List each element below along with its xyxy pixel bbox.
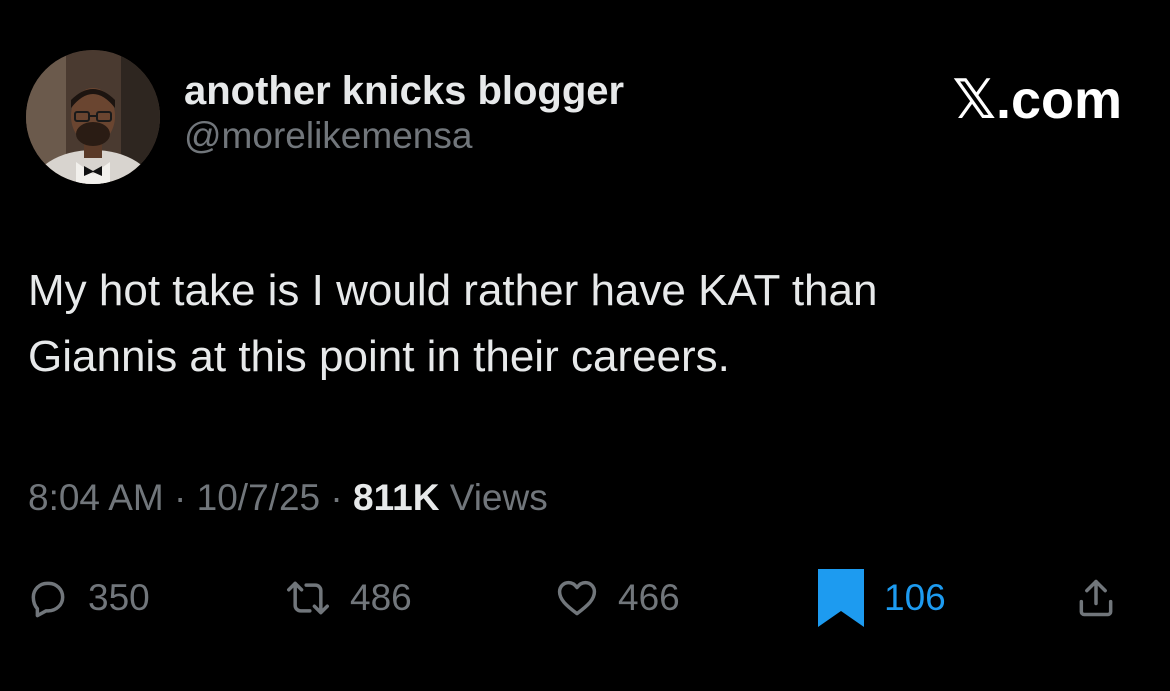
tweet-meta: 8:04 AM · 10/7/25 · 811K Views: [28, 474, 548, 522]
meta-separator: ·: [320, 477, 353, 518]
share-button[interactable]: [1074, 566, 1118, 630]
tweet-text: My hot take is I would rather have KAT t…: [28, 258, 1128, 390]
tweet-date[interactable]: 10/7/25: [197, 477, 320, 518]
views-label: Views: [439, 477, 548, 518]
repost-icon: [284, 576, 332, 620]
views-count: 811K: [353, 477, 440, 518]
reply-icon: [26, 576, 70, 620]
action-bar: 350 486 466 106: [26, 566, 1146, 630]
repost-button[interactable]: 486: [284, 566, 412, 630]
like-button[interactable]: 466: [554, 566, 680, 630]
tweet-time[interactable]: 8:04 AM: [28, 477, 164, 518]
author-block[interactable]: another knicks blogger @morelikemensa: [184, 68, 624, 158]
tweet-text-line: My hot take is I would rather have KAT t…: [28, 266, 878, 315]
x-logo: 𝕏.com: [952, 70, 1122, 130]
bookmark-count: 106: [884, 577, 946, 618]
meta-separator: ·: [163, 477, 197, 518]
share-icon: [1074, 575, 1118, 621]
tweet-text-line: Giannis at this point in their careers.: [28, 332, 730, 381]
avatar[interactable]: [26, 50, 160, 184]
reply-button[interactable]: 350: [26, 566, 150, 630]
reply-count: 350: [88, 577, 150, 618]
user-handle[interactable]: @morelikemensa: [184, 114, 624, 158]
display-name[interactable]: another knicks blogger: [184, 68, 624, 114]
avatar-image: [26, 50, 160, 184]
like-count: 466: [618, 577, 680, 618]
bookmark-icon: [816, 567, 866, 629]
bookmark-button[interactable]: 106: [816, 566, 946, 630]
heart-icon: [554, 576, 600, 620]
repost-count: 486: [350, 577, 412, 618]
tweet-header: another knicks blogger @morelikemensa 𝕏.…: [26, 50, 1146, 184]
